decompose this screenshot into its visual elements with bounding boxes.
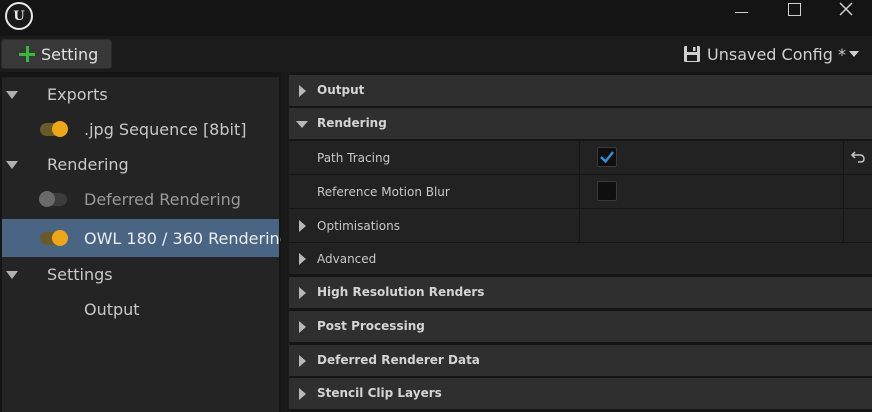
property-label: Reference Motion Blur bbox=[317, 185, 450, 199]
tree-category-rendering[interactable]: Rendering bbox=[2, 147, 279, 182]
expand-arrow-icon[interactable] bbox=[299, 321, 306, 333]
tree-category-exports[interactable]: Exports bbox=[2, 77, 279, 112]
section-deferred-renderer-data[interactable]: Deferred Renderer Data bbox=[289, 345, 872, 376]
column-divider bbox=[843, 175, 844, 208]
property-label: Path Tracing bbox=[317, 151, 391, 165]
plus-icon bbox=[19, 46, 35, 62]
logo-text: U bbox=[13, 8, 25, 24]
tree-item-output[interactable]: Output bbox=[2, 292, 279, 327]
expand-arrow-icon[interactable] bbox=[299, 220, 306, 232]
tree-category-label: Exports bbox=[47, 85, 108, 104]
group-optimisations[interactable]: Optimisations bbox=[289, 209, 872, 242]
tree-category-settings[interactable]: Settings bbox=[2, 257, 279, 292]
settings-tree: Exports .jpg Sequence [8bit] Rendering D… bbox=[2, 77, 290, 412]
expand-arrow-icon[interactable] bbox=[299, 388, 306, 400]
property-reference-motion-blur: Reference Motion Blur bbox=[289, 175, 872, 208]
tree-item-label: OWL 180 / 360 Rendering bbox=[84, 229, 290, 248]
save-icon bbox=[684, 46, 700, 62]
enable-toggle[interactable] bbox=[40, 121, 68, 137]
expand-arrow-icon[interactable] bbox=[6, 91, 18, 99]
section-rendering[interactable]: Rendering bbox=[289, 108, 872, 139]
column-divider bbox=[579, 141, 580, 174]
group-advanced[interactable]: Advanced bbox=[289, 243, 872, 274]
minimize-icon[interactable] bbox=[722, 0, 762, 18]
section-label: High Resolution Renders bbox=[317, 285, 485, 299]
column-divider bbox=[843, 209, 844, 242]
property-path-tracing: Path Tracing bbox=[289, 141, 872, 174]
tree-item-owl-rendering[interactable]: OWL 180 / 360 Rendering bbox=[2, 219, 290, 257]
chevron-down-icon bbox=[848, 51, 859, 57]
column-divider bbox=[579, 175, 580, 208]
group-label: Optimisations bbox=[317, 219, 400, 233]
toolbar: Setting Unsaved Config * bbox=[0, 36, 872, 72]
title-bar: U bbox=[0, 0, 872, 36]
add-setting-button[interactable]: Setting bbox=[1, 39, 112, 69]
close-icon[interactable] bbox=[826, 0, 866, 18]
section-post-processing[interactable]: Post Processing bbox=[289, 311, 872, 342]
maximize-icon[interactable] bbox=[773, 0, 813, 18]
expand-arrow-icon[interactable] bbox=[6, 271, 18, 279]
section-high-resolution-renders[interactable]: High Resolution Renders bbox=[289, 277, 872, 308]
expand-arrow-icon[interactable] bbox=[299, 287, 306, 299]
section-label: Stencil Clip Layers bbox=[317, 386, 442, 400]
column-divider bbox=[579, 209, 580, 242]
collapse-arrow-icon[interactable] bbox=[296, 121, 308, 128]
tree-category-label: Settings bbox=[47, 265, 113, 284]
group-label: Advanced bbox=[317, 252, 377, 266]
tree-item-deferred-rendering[interactable]: Deferred Rendering bbox=[2, 182, 279, 217]
unreal-logo-icon: U bbox=[5, 2, 33, 30]
checkmark-icon bbox=[600, 151, 614, 164]
tree-item-label: Output bbox=[84, 300, 140, 319]
section-label: Rendering bbox=[317, 116, 387, 130]
panel-splitter[interactable] bbox=[281, 72, 289, 412]
config-label: Unsaved Config * bbox=[707, 44, 846, 64]
section-label: Deferred Renderer Data bbox=[317, 353, 480, 367]
path-tracing-checkbox[interactable] bbox=[597, 147, 617, 167]
expand-arrow-icon[interactable] bbox=[299, 253, 306, 265]
enable-toggle[interactable] bbox=[40, 230, 68, 246]
config-dropdown[interactable]: Unsaved Config * bbox=[683, 43, 859, 65]
reference-motion-blur-checkbox[interactable] bbox=[597, 181, 617, 201]
tree-category-label: Rendering bbox=[47, 155, 129, 174]
section-label: Output bbox=[317, 83, 365, 97]
column-divider bbox=[843, 141, 844, 174]
expand-arrow-icon[interactable] bbox=[299, 355, 306, 367]
tree-item-label: Deferred Rendering bbox=[84, 190, 241, 209]
section-label: Post Processing bbox=[317, 319, 425, 333]
details-panel: Output Rendering Path Tracing Reference … bbox=[289, 72, 872, 412]
tree-item-jpg-sequence[interactable]: .jpg Sequence [8bit] bbox=[2, 112, 279, 147]
section-stencil-clip-layers[interactable]: Stencil Clip Layers bbox=[289, 378, 872, 409]
reset-to-default-icon[interactable] bbox=[850, 150, 866, 164]
tree-item-label: .jpg Sequence [8bit] bbox=[84, 120, 247, 139]
section-output[interactable]: Output bbox=[289, 75, 872, 106]
add-setting-label: Setting bbox=[41, 44, 99, 64]
expand-arrow-icon[interactable] bbox=[6, 161, 18, 169]
enable-toggle[interactable] bbox=[39, 191, 67, 207]
expand-arrow-icon[interactable] bbox=[299, 85, 306, 97]
